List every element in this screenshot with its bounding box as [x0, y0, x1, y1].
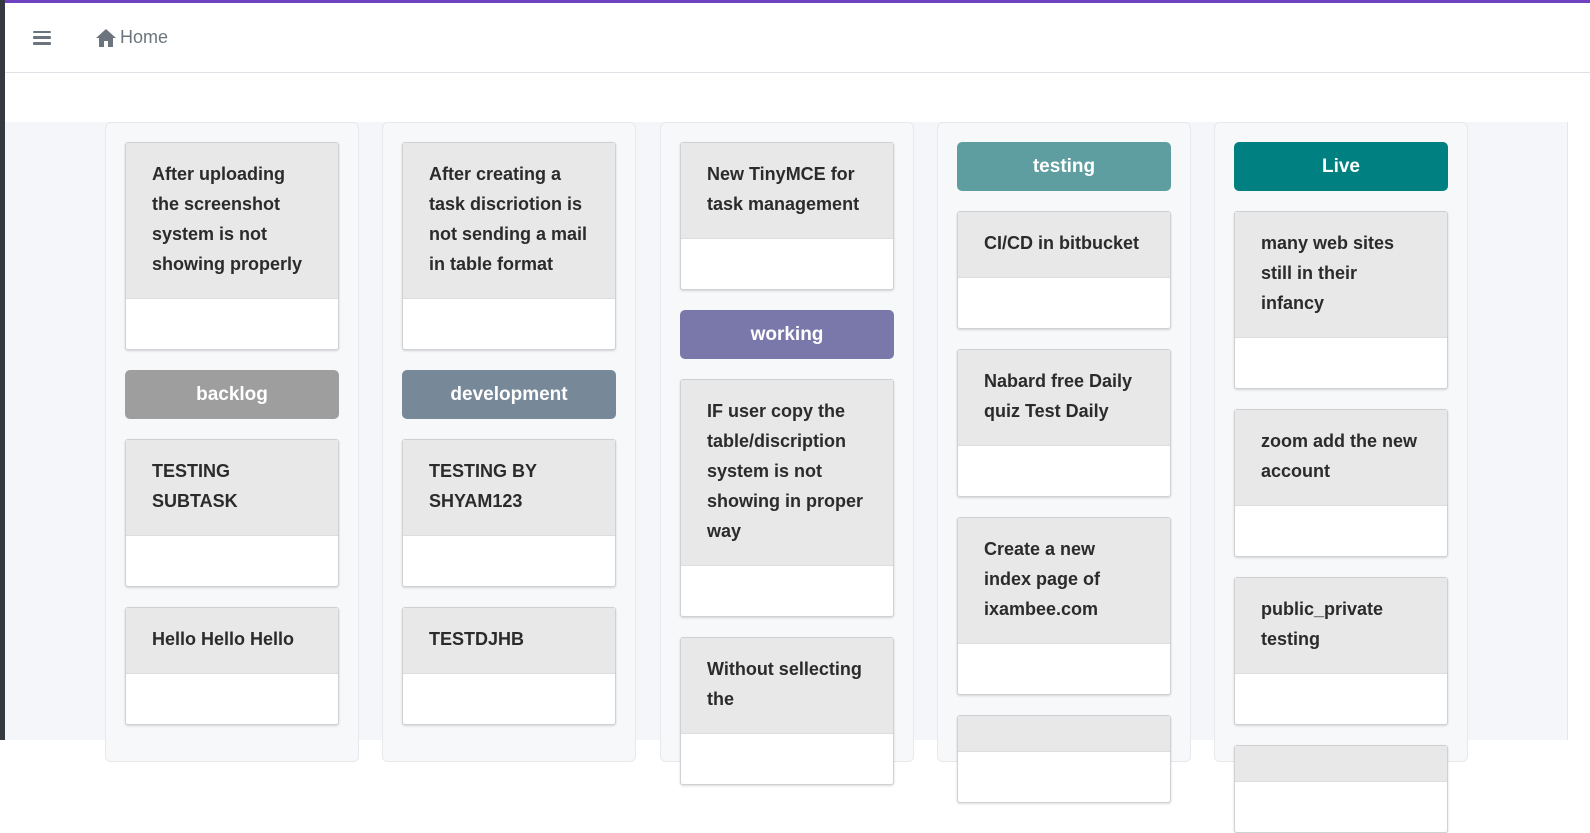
- task-card-footer: [681, 239, 893, 289]
- stage-label-working: working: [680, 310, 894, 359]
- stage-label-testing: testing: [957, 142, 1171, 191]
- task-card[interactable]: public_private testing: [1234, 577, 1448, 725]
- task-title: New TinyMCE for task management: [681, 143, 893, 239]
- home-icon: [96, 28, 116, 47]
- task-title: public_private testing: [1235, 578, 1447, 674]
- kanban-column: New TinyMCE for task management working IF…: [660, 122, 914, 785]
- kanban-board: After uploading the screenshot system is…: [5, 122, 1568, 833]
- task-card-footer: [681, 566, 893, 616]
- task-card[interactable]: Hello Hello Hello: [125, 607, 339, 725]
- task-card-footer: [958, 278, 1170, 328]
- task-card[interactable]: TESTING BY SHYAM123: [402, 439, 616, 587]
- stage-label-live: Live: [1234, 142, 1448, 191]
- task-card-footer: [1235, 338, 1447, 388]
- task-title: TESTING SUBTASK: [126, 440, 338, 536]
- task-card-footer: [958, 752, 1170, 802]
- task-card[interactable]: After uploading the screenshot system is…: [125, 142, 339, 350]
- task-card-footer: [958, 446, 1170, 496]
- task-title: IF user copy the table/discription syste…: [681, 380, 893, 566]
- task-card[interactable]: [957, 715, 1171, 803]
- task-title: Create a new index page of ixambee.com: [958, 518, 1170, 644]
- content-header: [5, 73, 1590, 122]
- task-title: Nabard free Daily quiz Test Daily: [958, 350, 1170, 446]
- task-card[interactable]: TESTDJHB: [402, 607, 616, 725]
- task-title: After uploading the screenshot system is…: [126, 143, 338, 299]
- task-card-footer: [126, 299, 338, 349]
- task-title: TESTDJHB: [403, 608, 615, 674]
- task-title: After creating a task discriotion is not…: [403, 143, 615, 299]
- task-card-footer: [958, 644, 1170, 694]
- kanban-column: After uploading the screenshot system is…: [105, 122, 359, 762]
- task-card[interactable]: CI/CD in bitbucket: [957, 211, 1171, 329]
- task-card[interactable]: [1234, 745, 1448, 833]
- task-card[interactable]: Without sellecting the: [680, 637, 894, 785]
- task-card-footer: [126, 674, 338, 724]
- hamburger-menu-icon[interactable]: [33, 30, 51, 45]
- kanban-column: Live many web sites still in their infanc…: [1214, 122, 1468, 833]
- task-title: CI/CD in bitbucket: [958, 212, 1170, 278]
- home-link[interactable]: Home: [95, 27, 168, 48]
- kanban-column: testing CI/CD in bitbucket Nabard free Dai…: [937, 122, 1191, 803]
- task-title: [1235, 746, 1447, 782]
- navbar: Home: [5, 3, 1590, 73]
- task-title: TESTING BY SHYAM123: [403, 440, 615, 536]
- task-card-footer: [126, 536, 338, 586]
- task-card-footer: [403, 299, 615, 349]
- task-card-footer: [681, 734, 893, 784]
- task-card[interactable]: After creating a task discriotion is not…: [402, 142, 616, 350]
- task-title: [958, 716, 1170, 752]
- stage-label-development: development: [402, 370, 616, 419]
- task-card[interactable]: many web sites still in their infancy: [1234, 211, 1448, 389]
- task-card[interactable]: zoom add the new account: [1234, 409, 1448, 557]
- task-card-footer: [1235, 674, 1447, 724]
- task-card-footer: [403, 674, 615, 724]
- task-title: Without sellecting the: [681, 638, 893, 734]
- task-title: zoom add the new account: [1235, 410, 1447, 506]
- task-title: Hello Hello Hello: [126, 608, 338, 674]
- home-label: Home: [120, 27, 169, 47]
- task-card[interactable]: TESTING SUBTASK: [125, 439, 339, 587]
- stage-label-backlog: backlog: [125, 370, 339, 419]
- task-card-footer: [403, 536, 615, 586]
- task-card-footer: [1235, 506, 1447, 556]
- task-card[interactable]: IF user copy the table/discription syste…: [680, 379, 894, 617]
- kanban-column: After creating a task discriotion is not…: [382, 122, 636, 762]
- task-card[interactable]: New TinyMCE for task management: [680, 142, 894, 290]
- task-card-footer: [1235, 782, 1447, 832]
- task-card[interactable]: Nabard free Daily quiz Test Daily: [957, 349, 1171, 497]
- task-title: many web sites still in their infancy: [1235, 212, 1447, 338]
- task-card[interactable]: Create a new index page of ixambee.com: [957, 517, 1171, 695]
